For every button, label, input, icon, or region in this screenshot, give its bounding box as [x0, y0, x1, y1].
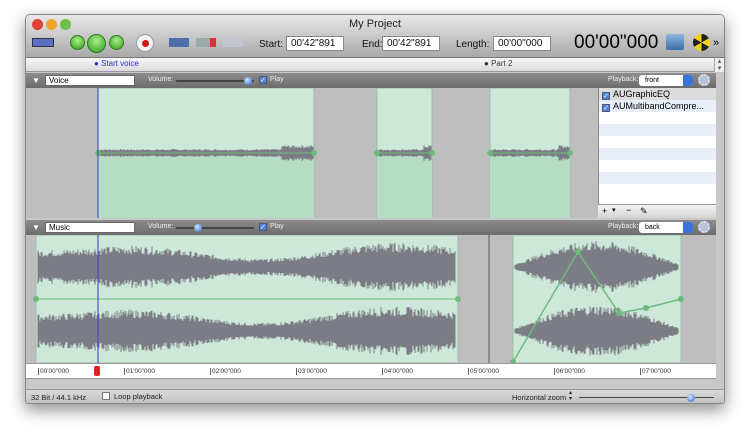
effects-toolbar: + ▾ − ✎ [598, 204, 716, 218]
edit-effect-pencil-icon[interactable]: ✎ [640, 206, 648, 217]
track-name-field[interactable]: Music [45, 222, 135, 233]
marker-part-2[interactable]: ● Part 2 [484, 59, 512, 68]
marker-bar: ● Start voice ● Part 2 [26, 58, 716, 72]
zoom-stepper[interactable]: ▴ ▾ [569, 390, 572, 402]
volume-label: Volume: [148, 223, 174, 230]
effects-list: ✓ AUGraphicEQ ✓ AUMultibandCompre... [598, 88, 716, 218]
add-effect-button[interactable]: + [602, 206, 607, 216]
marker-label: Start voice [101, 59, 139, 68]
volume-label: Volume: [148, 76, 174, 83]
region-lower-half [377, 153, 432, 218]
toolbar: My Project Start: 00'42"891 End: 00'42"8… [26, 15, 724, 58]
slider-knob[interactable] [686, 394, 695, 402]
remove-effect-button[interactable]: − [626, 205, 631, 215]
effect-checkbox[interactable]: ✓ [602, 92, 610, 100]
add-region-icon[interactable] [169, 38, 189, 47]
volume-slider[interactable] [176, 77, 254, 85]
slider-knob[interactable] [244, 77, 253, 85]
loop-label: Loop playback [114, 392, 163, 401]
envelope-point [567, 150, 573, 156]
app-window: My Project Start: 00'42"891 End: 00'42"8… [25, 14, 725, 404]
radioactive-icon[interactable] [693, 34, 710, 51]
start-field[interactable]: 00'42"891 [286, 36, 344, 51]
voice-track-header: ▼ Voice Volume: ✓ Play Playback: front [26, 73, 716, 88]
envelope-point [429, 150, 435, 156]
envelope-point [616, 310, 622, 316]
slider-knob[interactable] [194, 224, 202, 232]
gear-icon[interactable] [698, 74, 710, 86]
music-waveform[interactable] [26, 234, 716, 365]
loop-playback-checkbox[interactable]: Loop playback [102, 392, 162, 401]
disclosure-triangle-icon[interactable]: ▼ [32, 223, 40, 232]
status-bar: 32 Bit / 44.1 kHz Loop playback Horizont… [26, 389, 724, 403]
marker-scroll-stepper[interactable]: ▴ ▾ [714, 58, 724, 72]
effect-name: AUMultibandCompre... [613, 101, 705, 111]
playback-select[interactable]: back [639, 222, 693, 233]
ruler-tick-label: 07'00"000 [640, 368, 671, 375]
playhead-handle[interactable] [94, 366, 100, 376]
play-button[interactable] [87, 34, 106, 53]
envelope-point [455, 296, 461, 302]
voice-track[interactable] [26, 87, 598, 219]
effect-item[interactable]: ✓ AUGraphicEQ [599, 88, 716, 100]
effect-checkbox[interactable]: ✓ [602, 104, 610, 112]
playback-label: Playback: [608, 76, 639, 83]
playback-label: Playback: [608, 223, 639, 230]
delete-region-icon[interactable] [196, 38, 216, 47]
voice-waveform[interactable] [26, 87, 598, 219]
add-effect-menu[interactable]: ▾ [612, 206, 616, 214]
toolbar-overflow[interactable]: » [713, 37, 719, 49]
play-checkbox[interactable]: ✓ Play [259, 223, 284, 231]
start-label: Start: [259, 39, 283, 50]
envelope-point [311, 150, 317, 156]
rewind-button[interactable] [70, 35, 85, 50]
ruler-tick-label: 05'00"000 [468, 368, 499, 375]
play-checkbox[interactable]: ✓ Play [259, 76, 284, 84]
fast-forward-button[interactable] [109, 35, 124, 50]
effect-item[interactable]: ✓ AUMultibandCompre... [599, 100, 716, 112]
ruler-tick-label: 00'00"000 [38, 368, 69, 375]
envelope-point [575, 249, 581, 255]
music-track[interactable] [26, 234, 716, 365]
split-icon[interactable] [223, 38, 243, 47]
ruler-tick-label: 02'00"000 [210, 368, 241, 375]
play-label: Play [270, 76, 284, 83]
music-track-header: ▼ Music Volume: ✓ Play Playback: back [26, 220, 716, 235]
ruler-tick-label: 06'00"000 [554, 368, 585, 375]
record-button[interactable] [136, 34, 154, 52]
region-lower-half [98, 153, 314, 218]
envelope-point [643, 305, 649, 311]
length-field[interactable]: 00'00"000 [493, 36, 551, 51]
effect-name: AUGraphicEQ [613, 89, 671, 99]
fit-icon[interactable] [32, 38, 54, 47]
region-lower-half [490, 153, 570, 218]
track-name-field[interactable]: Voice [45, 75, 135, 86]
zoom-label: Horizontal zoom [512, 393, 567, 402]
current-time: 00'00"000 [574, 32, 659, 53]
time-ruler[interactable]: 00'00"000 01'00"000 02'00"000 03'00"000 04'0… [26, 363, 716, 379]
play-label: Play [270, 223, 284, 230]
playback-select[interactable]: front [639, 75, 693, 86]
ruler-tick-label: 03'00"000 [296, 368, 327, 375]
marker-label: Part 2 [491, 59, 513, 68]
horizontal-zoom-slider[interactable] [579, 394, 714, 402]
ruler-tick-label: 01'00"000 [124, 368, 155, 375]
envelope-point [487, 150, 493, 156]
media-browser-icon[interactable] [666, 34, 684, 50]
window-title: My Project [349, 18, 401, 30]
gear-icon[interactable] [698, 221, 710, 233]
ruler-tick-label: 04'00"000 [382, 368, 413, 375]
length-label: Length: [456, 39, 490, 50]
envelope-point [374, 150, 380, 156]
marker-start-voice[interactable]: ● Start voice [94, 59, 139, 68]
disclosure-triangle-icon[interactable]: ▼ [32, 76, 40, 85]
volume-slider[interactable] [176, 224, 254, 232]
end-field[interactable]: 00'42"891 [382, 36, 440, 51]
end-label: End: [362, 39, 383, 50]
audio-format: 32 Bit / 44.1 kHz [31, 393, 87, 402]
envelope-point [33, 296, 39, 302]
envelope-point [678, 296, 684, 302]
